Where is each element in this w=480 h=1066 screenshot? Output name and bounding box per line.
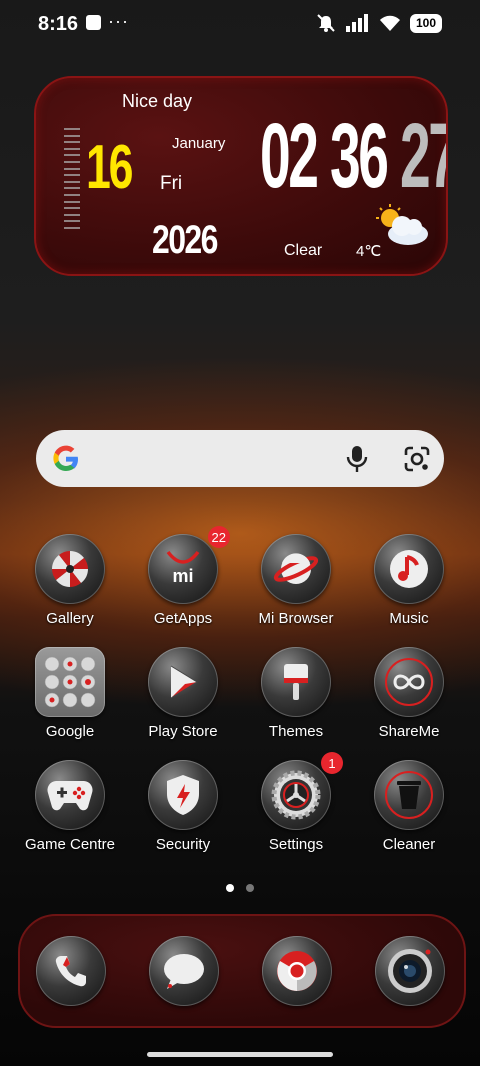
gear-icon: 1 [261, 752, 343, 830]
gamepad-icon [35, 760, 105, 830]
shareme-icon [374, 647, 444, 717]
messages-icon[interactable] [149, 936, 219, 1006]
app-label: Mi Browser [258, 610, 334, 627]
app-label: Cleaner [382, 836, 436, 853]
shield-icon [148, 760, 218, 830]
date-year: 2026 [152, 218, 218, 262]
app-label: Settings [268, 836, 324, 853]
status-time: 8:16 [38, 13, 79, 35]
app-mi-browser[interactable]: Mi Browser [241, 534, 351, 627]
browser-planet-icon [261, 534, 331, 604]
app-gallery[interactable]: Gallery [15, 534, 125, 627]
dock [18, 914, 466, 1028]
getapps-icon: mi 22 [148, 526, 230, 604]
app-label: Game Centre [24, 836, 116, 853]
weather-temperature: 4℃ [356, 243, 382, 260]
mute-icon [317, 14, 335, 32]
phone-icon[interactable] [36, 936, 106, 1006]
app-music[interactable]: Music [354, 534, 464, 627]
google-logo-icon [53, 445, 78, 471]
gallery-icon [35, 534, 105, 604]
notification-badge: 1 [321, 752, 343, 774]
tick-decoration [64, 128, 80, 234]
clock-hours: 02 [260, 105, 319, 207]
google-search-bar[interactable] [36, 430, 444, 487]
greeting-text: Nice day [122, 91, 193, 111]
app-label: Security [155, 836, 211, 853]
app-label: Google [45, 723, 95, 740]
status-bar: 8:16 ··· 100 [0, 0, 480, 48]
notification-icon [86, 15, 101, 30]
svg-text:mi: mi [172, 566, 193, 586]
app-getapps[interactable]: mi 22 GetApps [128, 526, 238, 627]
app-label: Music [389, 610, 429, 627]
wifi-icon [380, 15, 400, 31]
notification-badge: 22 [207, 526, 230, 548]
page-dot-active[interactable] [226, 884, 234, 892]
voice-search-icon[interactable] [344, 445, 370, 473]
trash-icon [374, 760, 444, 830]
signal-icon [346, 14, 368, 32]
app-label: Gallery [46, 610, 94, 627]
app-label: GetApps [153, 610, 213, 627]
clock-minutes: 36 [330, 105, 389, 207]
home-gesture-bar[interactable] [147, 1052, 333, 1057]
more-notifications-icon: ··· [108, 11, 129, 31]
app-shareme[interactable]: ShareMe [354, 647, 464, 740]
app-cleaner[interactable]: Cleaner [354, 760, 464, 853]
date-day: 16 [86, 133, 133, 202]
app-game-centre[interactable]: Game Centre [15, 760, 125, 853]
chrome-icon[interactable] [262, 936, 332, 1006]
app-themes[interactable]: Themes [241, 647, 351, 740]
google-lens-icon[interactable] [403, 445, 431, 473]
camera-icon[interactable] [375, 936, 445, 1006]
page-dot[interactable] [246, 884, 254, 892]
page-indicator [226, 884, 254, 892]
app-google-folder[interactable]: Google [15, 647, 125, 740]
app-label: Themes [268, 723, 324, 740]
folder-icon [35, 647, 105, 717]
app-label: ShareMe [378, 723, 440, 740]
date-month: January [172, 135, 226, 152]
clock-weather-widget[interactable]: Nice day 16 January Fri 2026 02 36 27 Cl… [34, 76, 448, 276]
weather-condition: Clear [284, 242, 323, 259]
date-weekday: Fri [160, 173, 183, 194]
play-store-icon [148, 647, 218, 717]
app-label: Play Store [148, 723, 218, 740]
clock-seconds: 27 [400, 105, 446, 207]
clock-digits: 02 36 27 [248, 104, 446, 209]
app-settings[interactable]: 1 Settings [241, 752, 351, 853]
music-note-icon [374, 534, 444, 604]
battery-icon: 100 [410, 13, 442, 33]
app-security[interactable]: Security [128, 760, 238, 853]
app-play-store[interactable]: Play Store [128, 647, 238, 740]
paintbrush-icon [261, 647, 331, 717]
